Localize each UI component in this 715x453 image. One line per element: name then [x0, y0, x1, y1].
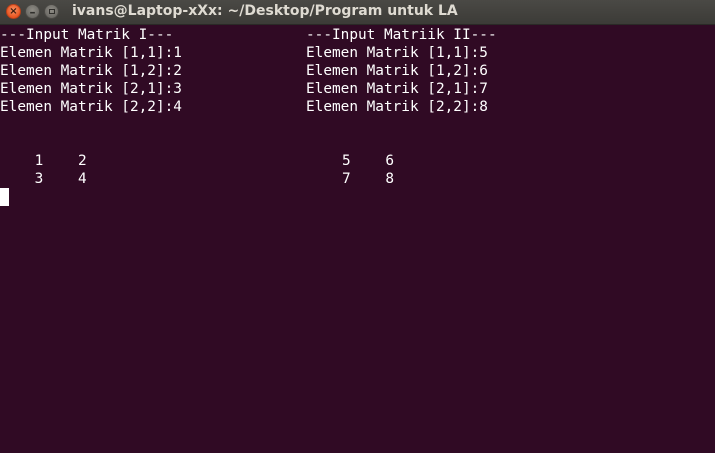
right-input-line: Elemen Matrik [1,1]:5: [306, 45, 488, 61]
left-input-line: Elemen Matrik [2,1]:3: [0, 81, 182, 97]
close-icon: ×: [9, 5, 18, 17]
close-button[interactable]: ×: [6, 4, 21, 19]
minimize-button[interactable]: –: [25, 4, 40, 19]
matrix2-row: 7 8: [342, 171, 394, 187]
right-input-line: Elemen Matrik [1,2]:6: [306, 63, 488, 79]
right-input-line: Elemen Matrik [2,2]:8: [306, 99, 488, 115]
title-bar[interactable]: × – ivans@Laptop-xXx: ~/Desktop/Program …: [0, 0, 715, 25]
left-input-line: Elemen Matrik [1,2]:2: [0, 63, 182, 79]
terminal-cursor: [0, 188, 9, 206]
matrix1-row: 3 4: [0, 171, 87, 187]
maximize-icon: [48, 9, 55, 14]
left-input-line: Elemen Matrik [1,1]:1: [0, 45, 182, 61]
terminal-output[interactable]: ---Input Matrik I--- ---Input Matriik II…: [0, 26, 715, 453]
minimize-icon: –: [29, 4, 36, 19]
right-header: ---Input Matriik II---: [306, 27, 497, 43]
matrix2-row: 5 6: [342, 153, 394, 169]
right-input-line: Elemen Matrik [2,1]:7: [306, 81, 488, 97]
maximize-button[interactable]: [44, 4, 59, 19]
left-header: ---Input Matrik I---: [0, 27, 174, 43]
terminal-window: × – ivans@Laptop-xXx: ~/Desktop/Program …: [0, 0, 715, 453]
left-input-line: Elemen Matrik [2,2]:4: [0, 99, 182, 115]
matrix1-row: 1 2: [0, 153, 87, 169]
window-title: ivans@Laptop-xXx: ~/Desktop/Program untu…: [72, 3, 458, 19]
